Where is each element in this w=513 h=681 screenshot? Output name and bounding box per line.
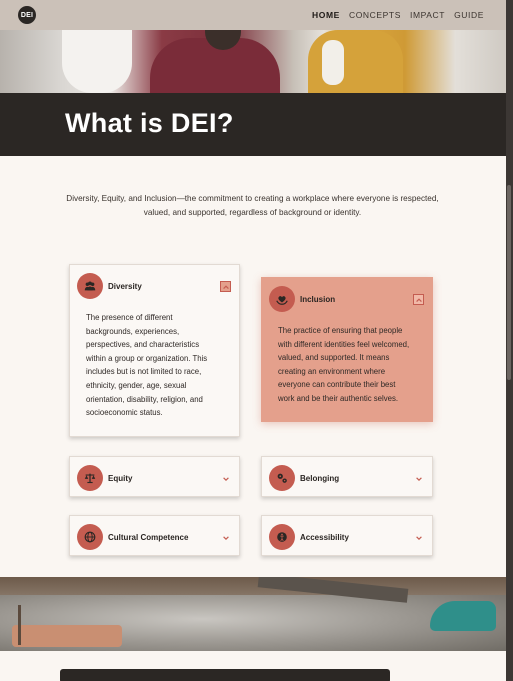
chevron-up-icon[interactable]	[413, 294, 424, 305]
site-logo[interactable]: DEI	[18, 6, 36, 24]
card-belonging[interactable]: Belonging	[261, 456, 433, 497]
card-title: Belonging	[300, 474, 340, 483]
card-title: Inclusion	[300, 295, 336, 304]
hero-photo	[0, 30, 506, 93]
card-body: The practice of ensuring that people wit…	[278, 326, 410, 403]
nav-links: HOME CONCEPTS IMPACT GUIDE	[312, 0, 484, 30]
globe-icon	[77, 524, 103, 550]
card-cultural-competence[interactable]: Cultural Competence	[69, 515, 240, 556]
nav-link-home[interactable]: HOME	[312, 10, 340, 20]
card-accessibility[interactable]: Accessibility	[261, 515, 433, 556]
chevron-down-icon[interactable]	[413, 532, 424, 543]
card-title: Diversity	[108, 282, 142, 291]
title-band: What is DEI?	[0, 93, 506, 156]
chevron-down-icon[interactable]	[220, 532, 231, 543]
intro-text: Diversity, Equity, and Inclusion—the com…	[66, 194, 439, 217]
accessibility-icon	[269, 524, 295, 550]
card-body: The presence of different backgrounds, e…	[86, 313, 208, 418]
card-title: Equity	[108, 474, 133, 483]
nav-link-guide[interactable]: GUIDE	[454, 10, 484, 20]
card-inclusion[interactable]: Inclusion The practice of ensuring that …	[261, 277, 433, 422]
scrollbar-thumb[interactable]	[507, 185, 511, 380]
card-diversity[interactable]: Diversity The presence of different back…	[69, 264, 240, 437]
page-title: What is DEI?	[65, 108, 234, 138]
card-title: Cultural Competence	[108, 533, 189, 542]
gears-icon	[269, 465, 295, 491]
next-section-heading-peek	[60, 669, 390, 681]
construction-photo	[0, 577, 506, 651]
people-group-icon	[77, 273, 103, 299]
balance-scale-icon	[77, 465, 103, 491]
nav-link-concepts[interactable]: CONCEPTS	[349, 10, 401, 20]
page: DEI HOME CONCEPTS IMPACT GUIDE What is D…	[0, 0, 506, 681]
top-nav: DEI HOME CONCEPTS IMPACT GUIDE	[0, 0, 506, 30]
card-title: Accessibility	[300, 533, 349, 542]
nav-link-impact[interactable]: IMPACT	[410, 10, 445, 20]
chevron-down-icon[interactable]	[413, 473, 424, 484]
hands-heart-icon	[269, 286, 295, 312]
chevron-up-icon[interactable]	[220, 281, 231, 292]
card-equity[interactable]: Equity	[69, 456, 240, 497]
chevron-down-icon[interactable]	[220, 473, 231, 484]
scrollbar[interactable]	[506, 0, 513, 681]
